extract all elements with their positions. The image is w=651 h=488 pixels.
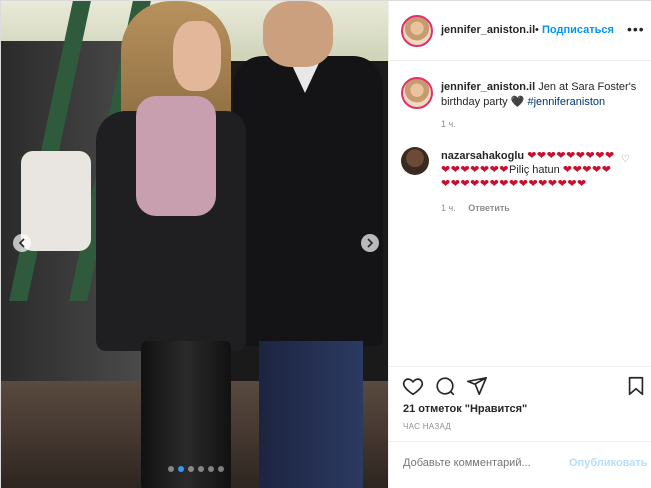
avatar[interactable]	[401, 77, 433, 109]
header-username[interactable]: jennifer_aniston.il	[441, 24, 535, 36]
reply-button[interactable]: Ответить	[468, 203, 510, 213]
comment-text: nazarsahakoglu ❤❤❤❤❤❤❤❤❤❤❤❤❤❤❤❤Piliç hat…	[441, 149, 616, 191]
share-icon[interactable]	[466, 375, 488, 397]
post-header: jennifer_aniston.il • Подписаться •••	[389, 1, 651, 61]
comment-icon[interactable]	[434, 375, 456, 397]
photo-woman-scarf	[136, 96, 216, 216]
chevron-left-icon[interactable]	[13, 234, 31, 252]
header-separator: •	[535, 24, 539, 36]
carousel-dot	[208, 466, 214, 472]
comment-body: Piliç hatun	[509, 164, 560, 176]
photo-woman-face	[173, 21, 221, 91]
carousel-dot	[188, 466, 194, 472]
photo-person-left	[21, 151, 91, 251]
publish-button[interactable]: Опубликовать	[569, 457, 648, 469]
comment-username[interactable]: nazarsahakoglu	[441, 150, 524, 162]
comment-input[interactable]	[403, 457, 553, 469]
photo-man-coat	[233, 56, 383, 346]
comment-timestamp: 1 ч.	[441, 203, 456, 213]
caption-hashtag[interactable]: #jenniferaniston	[527, 96, 605, 108]
avatar[interactable]	[401, 147, 429, 175]
post-sidebar: jennifer_aniston.il • Подписаться ••• je…	[388, 1, 651, 488]
bookmark-icon[interactable]	[625, 375, 647, 397]
chevron-right-icon[interactable]	[361, 234, 379, 252]
caption-username[interactable]: jennifer_aniston.il	[441, 81, 535, 93]
post-time-ago: ЧАС НАЗАД	[403, 422, 452, 431]
caption-text: jennifer_aniston.il Jen at Sara Foster's…	[441, 80, 645, 110]
caption-timestamp: 1 ч.	[441, 119, 456, 129]
comment-meta: 1 ч. Ответить	[441, 203, 510, 213]
carousel-dot	[168, 466, 174, 472]
add-comment-bar: Опубликовать	[389, 441, 651, 488]
avatar[interactable]	[401, 15, 433, 47]
photo-man-pants	[259, 341, 363, 488]
carousel-indicator	[168, 466, 224, 472]
post-photo[interactable]	[1, 1, 388, 488]
instagram-post: jennifer_aniston.il • Подписаться ••• je…	[0, 0, 651, 488]
carousel-dot	[198, 466, 204, 472]
action-bar	[389, 366, 651, 406]
carousel-dot	[178, 466, 184, 472]
like-heart-icon[interactable]	[402, 375, 424, 397]
carousel-dot	[218, 466, 224, 472]
more-options-icon[interactable]: •••	[627, 21, 645, 37]
follow-button[interactable]: Подписаться	[542, 24, 614, 36]
photo-man-head	[263, 1, 333, 67]
heart-icon[interactable]: ♡	[621, 154, 630, 165]
likes-count[interactable]: 21 отметок "Нравится"	[403, 403, 527, 415]
